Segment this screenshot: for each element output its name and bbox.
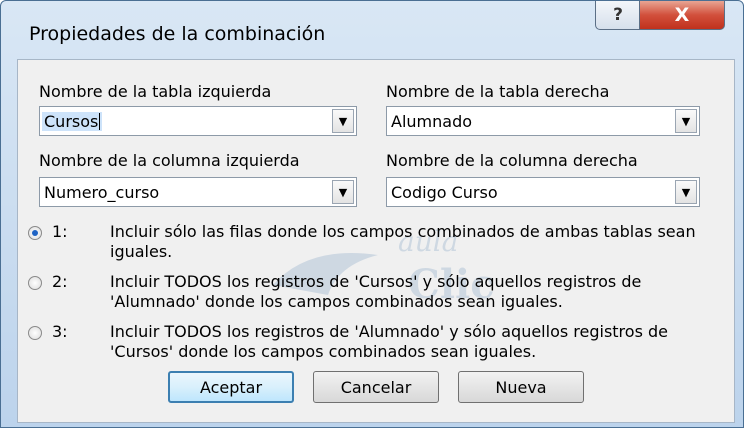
left-column-value: Numero_curso xyxy=(44,183,160,202)
chevron-down-icon[interactable]: ▼ xyxy=(675,109,697,133)
dialog-window: Propiedades de la combinación ? X aula C… xyxy=(0,0,744,428)
right-column-select[interactable]: Codigo Curso ▼ xyxy=(386,177,700,207)
dialog-title: Propiedades de la combinación xyxy=(29,23,326,45)
radio-button[interactable] xyxy=(28,326,42,340)
left-table-select[interactable]: Cursos ▼ xyxy=(39,106,357,136)
right-table-label: Nombre de la tabla derecha xyxy=(386,82,610,101)
option-text: Incluir TODOS los registros de 'Cursos' … xyxy=(110,272,642,311)
right-table-select[interactable]: Alumnado ▼ xyxy=(386,106,700,136)
dialog-body: aula Clic Nombre de la tabla izquierda C… xyxy=(17,59,735,423)
option-number: 3: xyxy=(52,322,68,341)
cancel-button[interactable]: Cancelar xyxy=(313,371,439,403)
accept-button[interactable]: Aceptar xyxy=(168,371,294,403)
chevron-down-icon[interactable]: ▼ xyxy=(332,180,354,204)
close-icon: X xyxy=(674,4,690,26)
radio-button[interactable] xyxy=(28,226,42,240)
left-table-label: Nombre de la tabla izquierda xyxy=(39,82,272,101)
chevron-down-icon[interactable]: ▼ xyxy=(675,180,697,204)
option-text: Incluir TODOS los registros de 'Alumnado… xyxy=(110,322,668,361)
option-number: 1: xyxy=(52,222,68,241)
help-icon: ? xyxy=(613,5,623,25)
option-number: 2: xyxy=(52,272,68,291)
right-column-value: Codigo Curso xyxy=(391,183,498,202)
left-column-label: Nombre de la columna izquierda xyxy=(39,151,300,170)
left-column-select[interactable]: Numero_curso ▼ xyxy=(39,177,357,207)
right-column-label: Nombre de la columna derecha xyxy=(386,151,638,170)
chevron-down-icon[interactable]: ▼ xyxy=(332,109,354,133)
close-button[interactable]: X xyxy=(639,1,725,30)
help-button[interactable]: ? xyxy=(595,1,641,30)
new-button[interactable]: Nueva xyxy=(458,371,584,403)
left-table-value: Cursos xyxy=(44,112,99,131)
radio-button[interactable] xyxy=(28,276,42,290)
right-table-value: Alumnado xyxy=(391,112,473,131)
option-text: Incluir sólo las filas donde los campos … xyxy=(110,222,696,261)
